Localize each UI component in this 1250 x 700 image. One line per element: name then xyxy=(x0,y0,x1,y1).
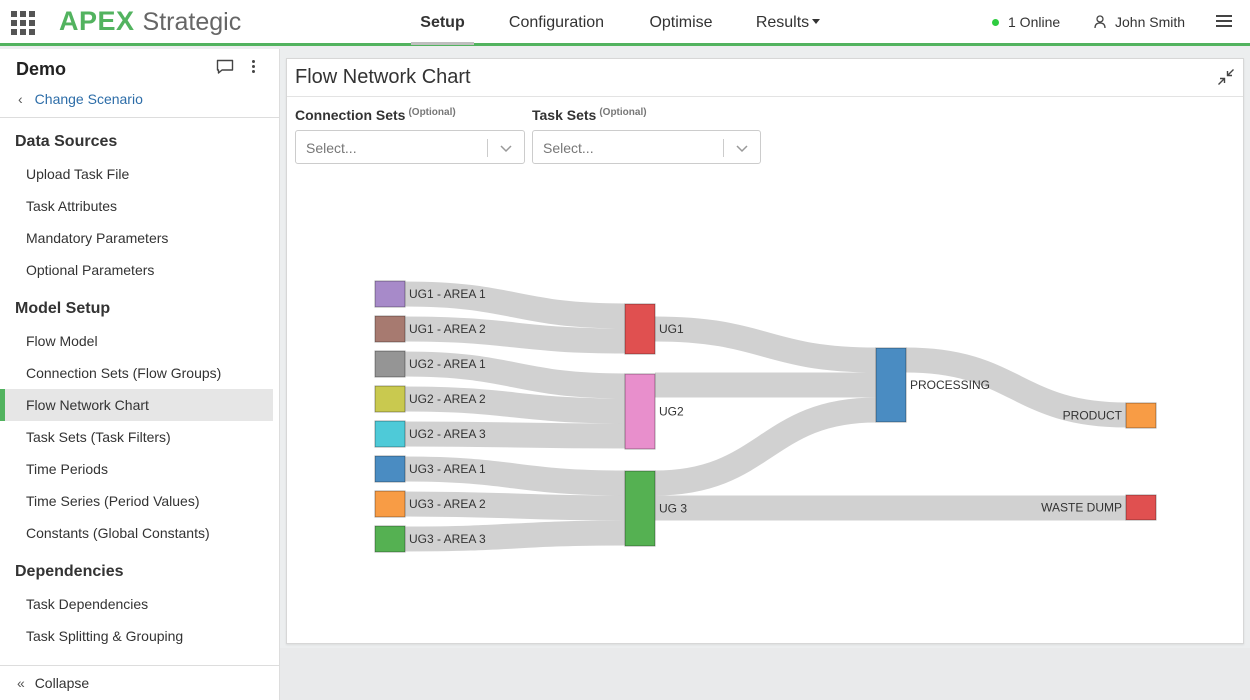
flow-node-ug2[interactable] xyxy=(624,373,656,450)
flow-node-ug2-area-2[interactable] xyxy=(374,385,406,413)
sidebar-item-task-dependencies[interactable]: Task Dependencies xyxy=(0,588,273,620)
sidebar: Demo ‹ Change Scenario Data Sources Uplo… xyxy=(0,49,280,700)
sidebar-item-flow-network-chart[interactable]: Flow Network Chart xyxy=(0,389,273,421)
nav-configuration[interactable]: Configuration xyxy=(504,0,609,46)
nav-configuration-label: Configuration xyxy=(508,14,605,31)
online-status[interactable]: 1 Online xyxy=(992,14,1060,30)
sidebar-item-task-attributes[interactable]: Task Attributes xyxy=(0,190,273,222)
more-options-icon[interactable] xyxy=(250,60,256,74)
flow-node-ug1-area-1[interactable] xyxy=(374,280,406,308)
flow-node-label-waste-dump: WASTE DUMP xyxy=(1041,501,1122,515)
scenario-title: Demo xyxy=(16,59,67,79)
nav-optimise[interactable]: Optimise xyxy=(645,0,717,46)
flow-network-chart: UG1 - AREA 1 UG1 - AREA 2 UG2 - AREA 1 UG2 … xyxy=(374,280,1157,553)
flow-node-ug3-area-1[interactable] xyxy=(374,455,406,483)
section-model-setup: Model Setup xyxy=(15,300,111,317)
sidebar-item-task-sets[interactable]: Task Sets (Task Filters) xyxy=(0,421,273,453)
comment-icon[interactable] xyxy=(216,59,234,75)
user-menu[interactable]: John Smith xyxy=(1094,14,1185,30)
sidebar-item-optional-parameters[interactable]: Optional Parameters xyxy=(0,254,273,286)
chevron-left-icon: ‹ xyxy=(18,91,23,107)
change-scenario-label: Change Scenario xyxy=(34,91,143,107)
page-background xyxy=(280,648,1250,700)
change-scenario-link[interactable]: ‹ Change Scenario xyxy=(18,91,143,107)
section-data-sources: Data Sources xyxy=(15,133,118,150)
flow-node-waste-dump[interactable] xyxy=(1125,494,1157,521)
sidebar-item-mandatory-parameters[interactable]: Mandatory Parameters xyxy=(0,222,273,254)
flow-node-label-ug2: UG2 xyxy=(659,405,684,419)
flow-node-label-ug3-area-3: UG3 - AREA 3 xyxy=(409,532,486,546)
flow-node-label-product: PRODUCT xyxy=(1063,409,1123,423)
sidebar-item-time-series[interactable]: Time Series (Period Values) xyxy=(0,485,273,517)
logo-strategic-text: Strategic xyxy=(142,8,242,36)
flow-node-label-ug2-area-3: UG2 - AREA 3 xyxy=(409,427,486,441)
user-name: John Smith xyxy=(1115,14,1186,30)
sidebar-item-time-periods[interactable]: Time Periods xyxy=(0,453,273,485)
section-dependencies: Dependencies xyxy=(15,563,124,580)
logo-apex-text: APEX xyxy=(59,6,135,36)
flow-node-product[interactable] xyxy=(1125,402,1157,429)
collapse-label: Collapse xyxy=(34,675,90,691)
nav-optimise-label: Optimise xyxy=(649,14,713,31)
user-icon xyxy=(1094,15,1106,29)
online-status-text: 1 Online xyxy=(1008,14,1061,30)
nav-setup-label: Setup xyxy=(420,14,465,31)
online-dot-icon xyxy=(992,18,999,26)
collapse-divider xyxy=(0,665,279,666)
flow-node-label-ug3-area-2: UG3 - AREA 2 xyxy=(409,497,486,511)
sidebar-item-upload-task-file[interactable]: Upload Task File xyxy=(0,158,273,190)
top-bar: APEX Strategic Setup Configuration Optim… xyxy=(0,0,1250,46)
flow-node-label-ug1-area-1: UG1 - AREA 1 xyxy=(409,287,486,301)
flow-node-processing[interactable] xyxy=(875,347,907,423)
flow-node-label-ug2-area-1: UG2 - AREA 1 xyxy=(409,357,486,371)
nav-results-label: Results xyxy=(755,14,810,31)
nav-setup[interactable]: Setup xyxy=(411,0,474,46)
flow-node-ug-3[interactable] xyxy=(624,470,656,547)
hamburger-menu-icon[interactable] xyxy=(1216,15,1232,29)
flow-node-ug2-area-3[interactable] xyxy=(374,420,406,448)
flow-node-ug3-area-3[interactable] xyxy=(374,525,406,553)
collapse-button[interactable]: « Collapse xyxy=(17,675,89,691)
flow-node-ug2-area-1[interactable] xyxy=(374,350,406,378)
flow-node-ug1[interactable] xyxy=(624,303,656,355)
nav-results[interactable]: Results xyxy=(754,0,822,46)
flow-network-panel: Flow Network Chart Connection Sets (Optio… xyxy=(286,58,1244,644)
sidebar-item-connection-sets[interactable]: Connection Sets (Flow Groups) xyxy=(0,357,273,389)
flow-node-ug3-area-2[interactable] xyxy=(374,490,406,518)
sidebar-item-flow-model[interactable]: Flow Model xyxy=(0,325,273,357)
flow-node-label-ug3-area-1: UG3 - AREA 1 xyxy=(409,462,486,476)
app-logo[interactable]: APEX Strategic xyxy=(59,6,241,40)
sidebar-item-task-splitting[interactable]: Task Splitting & Grouping xyxy=(0,620,273,652)
sidebar-item-constants[interactable]: Constants (Global Constants) xyxy=(0,517,273,549)
flow-node-label-ug2-area-2: UG2 - AREA 2 xyxy=(409,392,486,406)
flow-node-ug1-area-2[interactable] xyxy=(374,315,406,343)
apps-grid-icon[interactable] xyxy=(11,11,35,35)
sidebar-divider xyxy=(0,117,279,118)
double-chevron-left-icon: « xyxy=(17,675,25,691)
flow-node-label-processing: PROCESSING xyxy=(910,378,990,392)
flow-node-label-ug-3: UG 3 xyxy=(659,502,687,516)
flow-node-label-ug1: UG1 xyxy=(659,322,684,336)
flow-node-label-ug1-area-2: UG1 - AREA 2 xyxy=(409,322,486,336)
flow-link-ug-3-to-processing[interactable] xyxy=(654,397,877,496)
flow-link-ug1-to-processing[interactable] xyxy=(654,316,877,373)
caret-down-icon xyxy=(812,19,821,24)
